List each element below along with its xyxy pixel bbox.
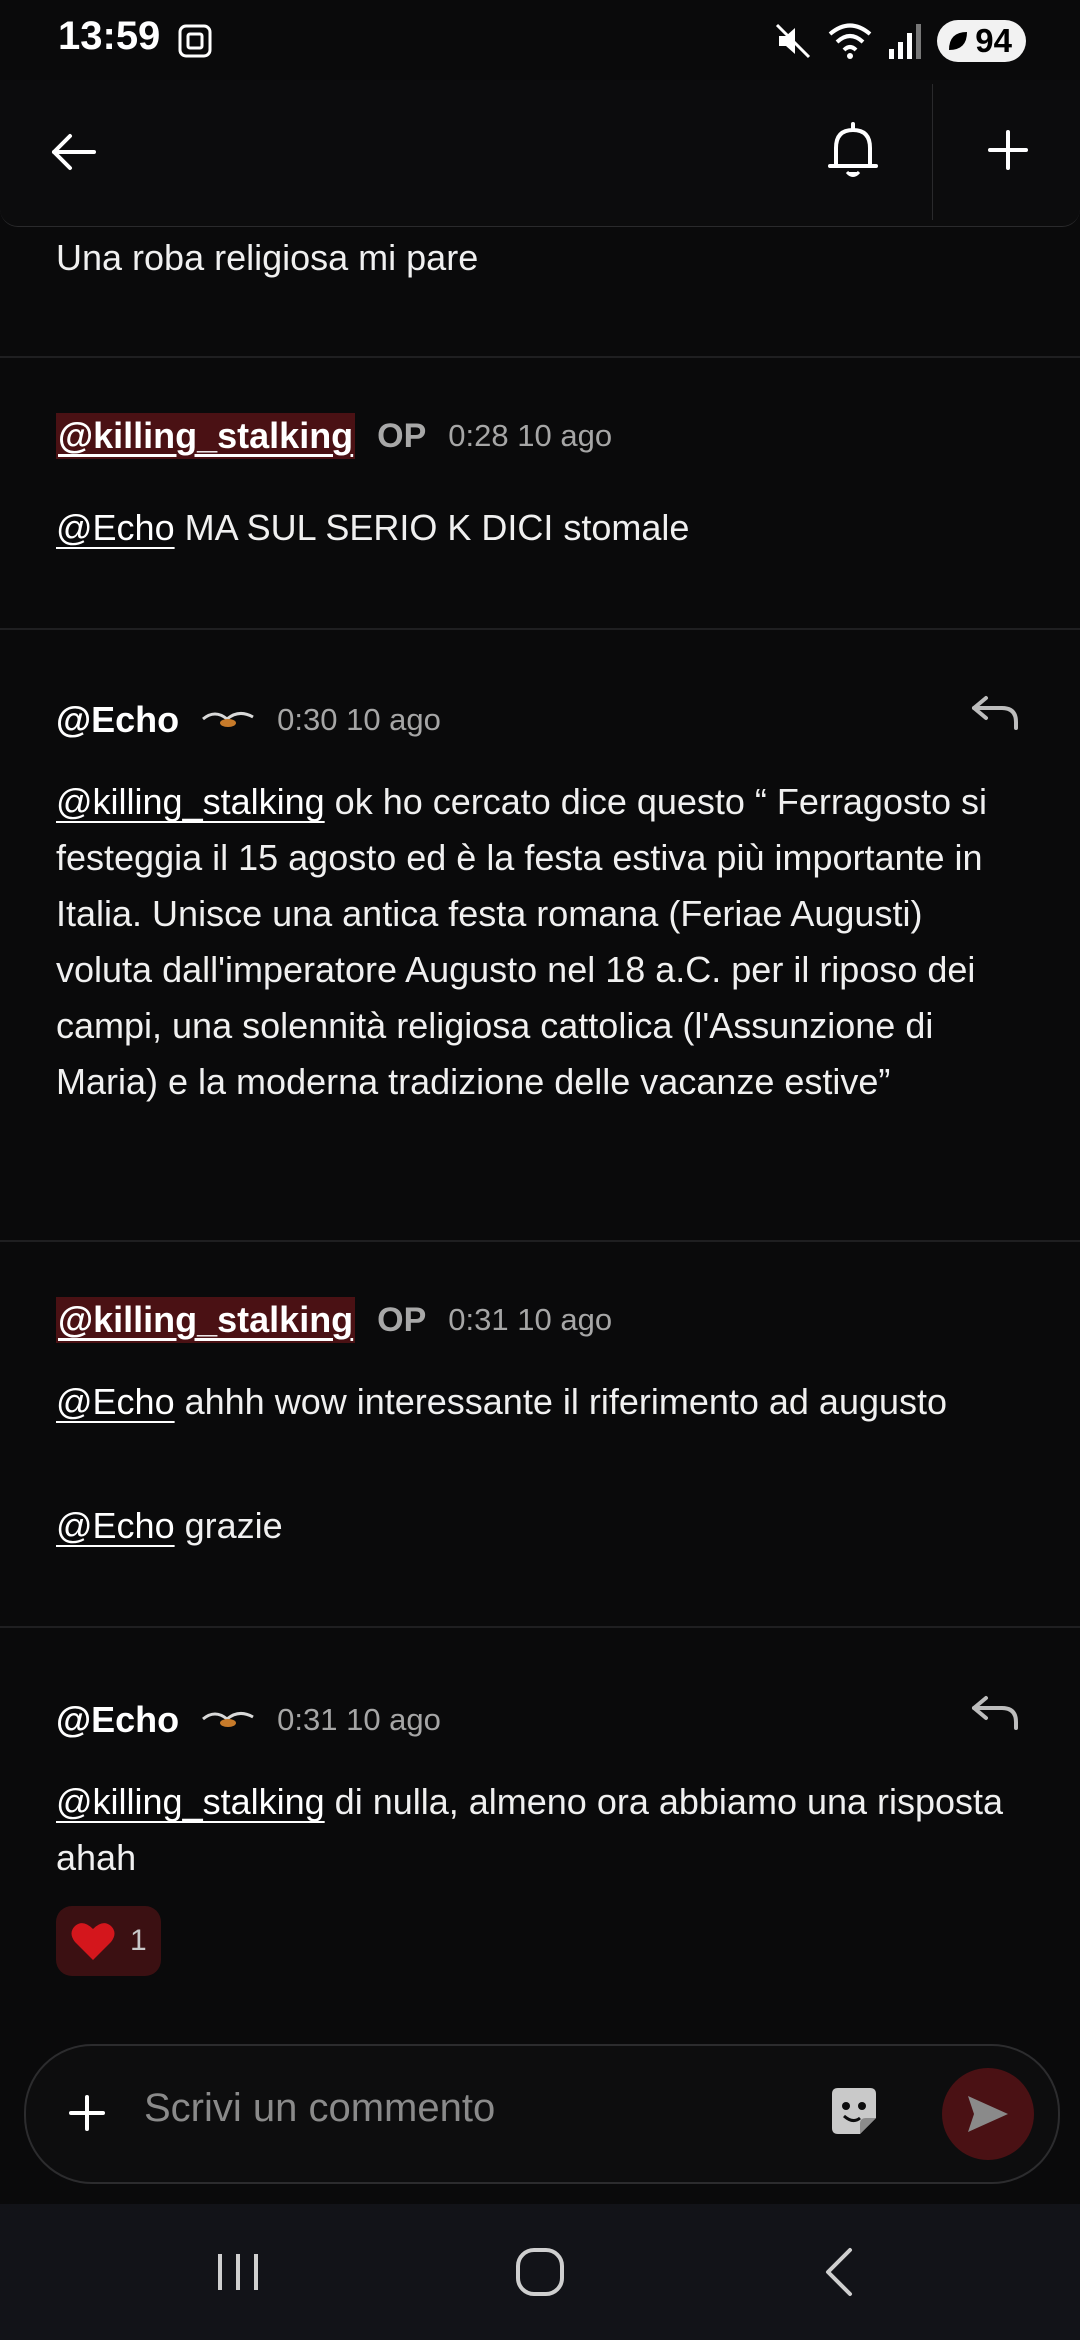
comment-header: @Echo 0:31 10 ago (56, 1690, 441, 1750)
app-header (0, 80, 1080, 227)
comment-text: grazie (174, 1505, 283, 1546)
mention-link[interactable]: @Echo (56, 1381, 175, 1422)
comment-body-2: @Echo grazie (56, 1498, 1024, 1554)
mention-link[interactable]: @Echo (56, 1505, 175, 1546)
mention-link[interactable]: @Echo (56, 507, 175, 548)
comment-timestamp: 0:30 10 ago (277, 702, 441, 737)
bird-avatar-icon (202, 1712, 254, 1727)
comment-text: ahhh wow interessante il riferimento ad … (174, 1381, 948, 1422)
status-bar: 13:59 94 (0, 0, 1080, 80)
send-icon (968, 2096, 1008, 2132)
send-button[interactable] (942, 2068, 1034, 2160)
plus-icon[interactable] (62, 2088, 112, 2138)
comment-item: @killing_stalking OP 0:28 10 ago @Echo M… (0, 358, 1080, 630)
wifi-icon (828, 23, 872, 59)
comment-timestamp: 0:31 10 ago (277, 1702, 441, 1737)
battery-indicator: 94 (937, 20, 1026, 62)
reply-icon[interactable] (970, 1692, 1020, 1732)
op-badge: OP (377, 416, 427, 455)
comment-body: @Echo ahhh wow interessante il riferimen… (56, 1374, 1024, 1430)
battery-saver-icon (949, 32, 968, 50)
comment-body: @killing_stalking ok ho cercato dice que… (56, 774, 1024, 1110)
battery-level: 94 (975, 22, 1012, 59)
comment-text: ok ho cercato dice questo “ Ferragosto s… (56, 781, 987, 1102)
comment-author[interactable]: @Echo (56, 699, 179, 741)
comment-item: Una roba religiosa mi pare (0, 226, 1080, 358)
comment-item: @Echo 0:31 10 ago @killing_stalking di n… (0, 1628, 1080, 2028)
recents-icon[interactable] (206, 2240, 270, 2304)
comment-composer: Scrivi un commento (24, 2044, 1060, 2184)
comment-timestamp: 0:28 10 ago (448, 418, 613, 453)
home-icon[interactable] (508, 2240, 572, 2304)
mention-link[interactable]: @killing_stalking (56, 781, 325, 822)
comment-timestamp: 0:31 10 ago (448, 1302, 613, 1337)
plus-icon[interactable] (978, 120, 1038, 180)
comment-item: @killing_stalking OP 0:31 10 ago @Echo a… (0, 1242, 1080, 1628)
comment-author[interactable]: @Echo (56, 1699, 179, 1741)
screen-record-icon (178, 24, 212, 58)
comment-text: MA SUL SERIO K DICI stomale (174, 507, 690, 548)
bell-icon[interactable] (818, 116, 888, 186)
sticker-icon[interactable] (826, 2084, 882, 2140)
comment-header: @killing_stalking OP 0:28 10 ago (56, 406, 612, 466)
bird-avatar-icon (202, 712, 254, 727)
signal-icon (889, 24, 922, 59)
reaction-count: 1 (130, 1924, 147, 1957)
comment-author[interactable]: @killing_stalking (56, 413, 356, 459)
comment-header: @killing_stalking OP 0:31 10 ago (56, 1290, 612, 1350)
back-nav-icon[interactable] (810, 2240, 874, 2304)
heart-reaction[interactable]: 1 (56, 1906, 161, 1976)
comment-author[interactable]: @killing_stalking (56, 1297, 356, 1343)
op-badge: OP (377, 1300, 427, 1339)
back-arrow-icon[interactable] (44, 122, 104, 182)
status-icons: 94 (773, 18, 1026, 64)
heart-icon (71, 1923, 115, 1960)
mute-icon (776, 23, 811, 59)
comment-body: @killing_stalking di nulla, almeno ora a… (56, 1774, 1024, 1886)
comment-item: @Echo 0:30 10 ago @killing_stalking ok h… (0, 630, 1080, 1242)
header-divider (932, 84, 933, 220)
comment-text: Una roba religiosa mi pare (56, 237, 479, 278)
comment-input[interactable]: Scrivi un commento (144, 2086, 495, 2131)
mention-link[interactable]: @killing_stalking (56, 1781, 325, 1822)
status-time: 13:59 (58, 14, 161, 58)
system-navigation-bar (0, 2204, 1080, 2340)
comment-header: @Echo 0:30 10 ago (56, 690, 441, 750)
comment-body: @Echo MA SUL SERIO K DICI stomale (56, 500, 1024, 556)
reply-icon[interactable] (970, 692, 1020, 732)
